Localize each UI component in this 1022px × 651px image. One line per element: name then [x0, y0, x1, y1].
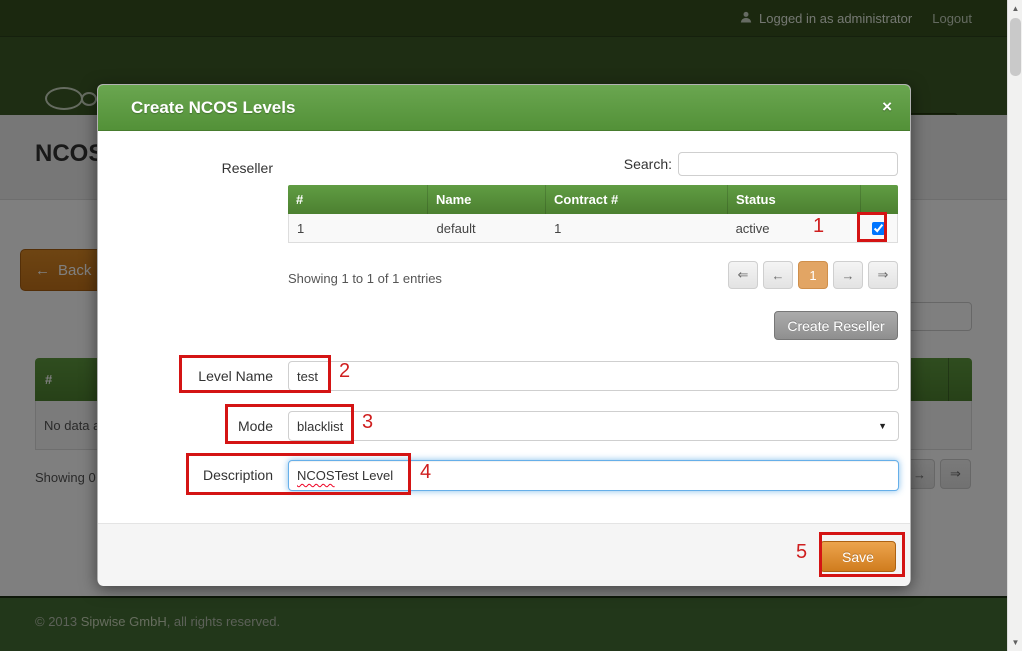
annotation-step-5: 5 — [796, 541, 807, 564]
cell-id: 1 — [289, 214, 429, 242]
annotation-step-2: 2 — [339, 360, 350, 383]
annotation-box-checkbox — [857, 212, 887, 242]
annotation-box-mode — [225, 404, 354, 444]
level-name-input[interactable] — [288, 361, 899, 391]
cell-contract: 1 — [546, 214, 727, 242]
scroll-down-button[interactable]: ▼ — [1008, 634, 1022, 651]
annotation-box-description — [186, 453, 411, 495]
create-ncos-levels-modal: Create NCOS Levels × Reseller Search: # … — [97, 84, 911, 585]
create-reseller-button[interactable]: Create Reseller — [774, 311, 898, 340]
reseller-table-row: 1 default 1 active — [288, 214, 898, 243]
reseller-pagination: ⇐ ← 1 → ⇒ — [728, 261, 898, 289]
search-label: Search: — [598, 152, 672, 176]
reseller-table-header: # Name Contract # Status — [288, 185, 898, 214]
scroll-thumb[interactable] — [1010, 18, 1021, 76]
modal-footer: Save — [98, 523, 910, 586]
annotation-step-1: 1 — [813, 215, 824, 238]
page: Logged in as administrator Logout sip:wi… — [0, 0, 1022, 651]
next-page-button[interactable]: → — [833, 261, 863, 289]
cell-status: active — [728, 214, 861, 242]
annotation-box-save — [819, 532, 905, 577]
reseller-search-input[interactable] — [678, 152, 898, 176]
prev-page-button[interactable]: ← — [763, 261, 793, 289]
header-select — [861, 185, 898, 214]
modal-header: Create NCOS Levels × — [98, 85, 910, 131]
annotation-step-4: 4 — [420, 461, 431, 484]
annotation-box-level-name — [179, 355, 331, 393]
scroll-up-button[interactable]: ▲ — [1008, 0, 1022, 17]
page-1-button[interactable]: 1 — [798, 261, 828, 289]
annotation-step-3: 3 — [362, 411, 373, 434]
mode-select[interactable]: blacklist ▼ — [288, 411, 899, 441]
modal-title: Create NCOS Levels — [131, 85, 295, 131]
select-arrow-icon: ▼ — [878, 421, 887, 431]
last-page-button[interactable]: ⇒ — [868, 261, 898, 289]
header-id[interactable]: # — [288, 185, 428, 214]
reseller-table: # Name Contract # Status 1 default 1 act… — [288, 185, 898, 243]
first-page-button[interactable]: ⇐ — [728, 261, 758, 289]
close-icon[interactable]: × — [882, 97, 892, 117]
reseller-label: Reseller — [98, 153, 273, 183]
header-status[interactable]: Status — [728, 185, 861, 214]
cell-name: default — [429, 214, 547, 242]
showing-entries-text: Showing 1 to 1 of 1 entries — [288, 271, 442, 286]
header-name[interactable]: Name — [428, 185, 546, 214]
header-contract[interactable]: Contract # — [546, 185, 728, 214]
browser-scrollbar[interactable]: ▲ ▼ — [1007, 0, 1022, 651]
